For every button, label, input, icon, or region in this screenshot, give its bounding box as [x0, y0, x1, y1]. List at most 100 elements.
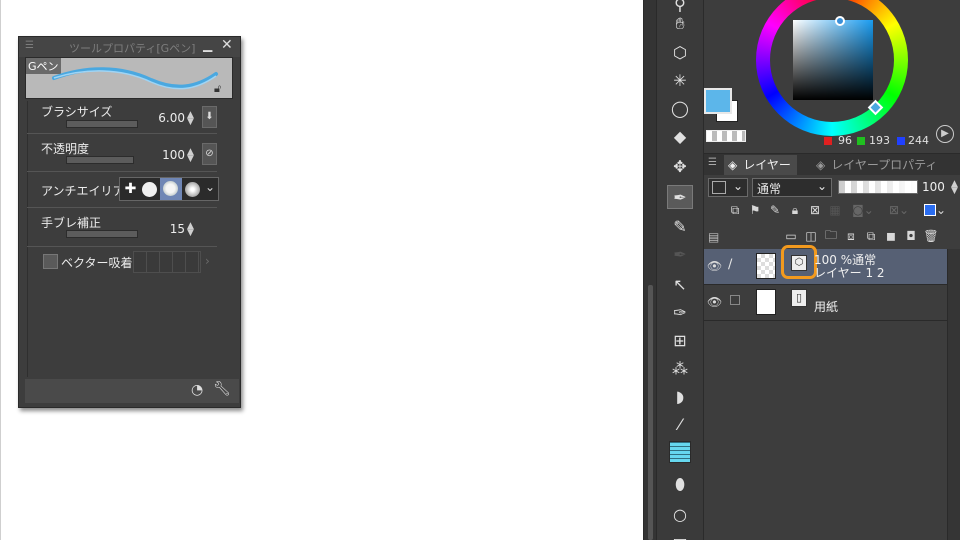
opacity-slider[interactable] — [66, 156, 134, 164]
vector-snap-checkbox[interactable] — [43, 254, 58, 269]
text-tool-icon[interactable] — [667, 440, 693, 464]
lock-icon[interactable]: 🔒︎ — [786, 201, 804, 219]
tool-property-titlebar[interactable]: ☰ ツールプロパティ[Gペン] ▁ ✕ — [19, 37, 240, 57]
opacity-value[interactable]: 100 — [151, 148, 185, 162]
layer-color-icon[interactable]: ⌄ — [918, 201, 952, 219]
green-value[interactable]: 193 — [869, 134, 890, 147]
blend-mode-select[interactable]: 通常 ⌄ — [752, 178, 832, 197]
pen-pressure-icon[interactable]: ⊘ — [202, 143, 217, 165]
hand-icon[interactable]: ✋︎ — [667, 12, 693, 36]
layer-color-combo[interactable]: ⌄ — [708, 178, 748, 197]
tool-palette-scrollbar[interactable] — [648, 285, 653, 540]
layer-opacity-spinner[interactable]: ▲ ▼ — [951, 180, 958, 196]
reference-icon[interactable]: ⚑ — [746, 201, 764, 219]
tab-layer[interactable]: ◈ レイヤー — [724, 155, 797, 175]
vector-layer-icon: ⬡ — [791, 255, 807, 271]
eye-icon[interactable]: 👁︎ — [707, 295, 722, 309]
wrench-icon[interactable]: 🔧︎ — [213, 381, 231, 397]
transparent-color-swatch[interactable] — [706, 130, 746, 142]
layer-scrollbar[interactable] — [947, 249, 960, 540]
clip-icon[interactable]: ⧉ — [726, 201, 744, 219]
brush-size-value[interactable]: 6.00 — [151, 111, 185, 125]
layer-opacity-slider[interactable] — [838, 180, 918, 194]
close-icon[interactable]: ✕ — [221, 37, 233, 53]
lock-icon[interactable]: 🔓︎ — [214, 82, 221, 96]
chevron-down-icon: ⌄ — [733, 179, 744, 193]
chevron-down-icon: ⌄ — [817, 179, 828, 193]
layer-row[interactable]: 👁︎ ▯ 用紙 — [704, 285, 947, 321]
tool-property-panel: ☰ ツールプロパティ[Gペン] ▁ ✕ Gペン 🔓︎ ブラシサイズ 6.00 ▲… — [18, 36, 241, 408]
blend-mode-value: 通常 — [757, 182, 782, 196]
lock-pixel-icon[interactable]: ▦ — [826, 201, 844, 219]
stabilization-value[interactable]: 15 — [151, 222, 185, 236]
spray-icon[interactable]: ⁂ — [667, 356, 693, 380]
chevron-down-icon[interactable]: ⌄ — [205, 180, 215, 194]
saturation-value-square[interactable] — [793, 16, 873, 100]
antialias-medium-icon[interactable] — [160, 178, 182, 200]
pencil-icon[interactable]: ✎ — [667, 214, 693, 238]
chevron-right-icon[interactable]: › — [205, 254, 210, 268]
antialias-strong-icon[interactable] — [185, 182, 200, 197]
tab-layer-property[interactable]: ◈ レイヤープロパティ — [812, 155, 943, 175]
antialias-weak-icon[interactable] — [142, 182, 157, 197]
ellipse-icon[interactable]: ○ — [667, 502, 693, 526]
merge-icon[interactable]: ⧉ — [862, 227, 880, 245]
magic-wand-icon[interactable]: ✳ — [667, 68, 693, 92]
select-arrow-icon[interactable]: ↖ — [667, 272, 693, 296]
brush-icon[interactable]: ✒︎ — [667, 242, 693, 266]
mask-create-icon[interactable]: ◼ — [882, 227, 900, 245]
main-color-swatch[interactable] — [704, 88, 732, 114]
layer-list-icon[interactable]: ▤ — [708, 230, 719, 244]
layer-name: 用紙 — [814, 300, 839, 314]
apply-mask-icon[interactable]: ◘ — [902, 227, 920, 245]
brush-preview: Gペン 🔓︎ — [25, 57, 233, 99]
edit-pen-icon[interactable]: ∕ — [728, 257, 732, 272]
new-vector-layer-icon[interactable]: ◫ — [802, 227, 820, 245]
stabilization-spinner[interactable]: ▲ ▼ — [187, 222, 194, 238]
antialias-selector[interactable]: ✚ ⌄ — [119, 177, 219, 201]
delete-icon[interactable]: 🗑︎ — [922, 227, 940, 245]
layer-toolbar-1: ⧉ ⚑ ✎ 🔒︎ ⊠ ▦ ◙⌄ ⊠⌄ ⌄ — [726, 201, 952, 219]
new-folder-icon[interactable]: 🗀︎ — [822, 227, 840, 245]
move-icon[interactable]: ✥ — [667, 154, 693, 178]
layer-list-empty-area — [704, 321, 947, 540]
menu-icon[interactable]: ☰ — [708, 157, 717, 168]
new-raster-layer-icon[interactable]: ▭ — [782, 227, 800, 245]
fill-icon[interactable]: ◆ — [667, 124, 693, 148]
play-icon[interactable]: ▶ — [936, 125, 954, 143]
red-value[interactable]: 96 — [838, 134, 852, 147]
ruler-icon[interactable]: ⊠⌄ — [882, 201, 916, 219]
opacity-label: 不透明度 — [41, 142, 90, 156]
draft-icon[interactable]: ✎ — [766, 201, 784, 219]
layer-thumbnail — [756, 253, 776, 279]
eraser-icon[interactable]: ⬮ — [667, 473, 693, 497]
eyedropper-icon[interactable]: ⁄ — [667, 412, 693, 436]
lasso-icon[interactable]: ◯ — [667, 96, 693, 120]
ruler-grid-icon[interactable]: ⊞ — [667, 328, 693, 352]
brush-size-slider[interactable] — [66, 120, 138, 128]
edit-target-icon[interactable] — [730, 295, 740, 305]
blue-value[interactable]: 244 — [908, 134, 929, 147]
reset-icon[interactable]: ◔ — [191, 382, 203, 398]
vector-pen-icon[interactable]: ✑ — [667, 300, 693, 324]
stabilization-slider[interactable] — [66, 230, 138, 238]
vector-snap-options[interactable] — [133, 251, 201, 273]
bucket-icon[interactable]: ◗ — [667, 384, 693, 408]
eye-icon[interactable]: 👁︎ — [707, 259, 722, 273]
menu-icon[interactable]: ☰ — [25, 40, 34, 51]
right-panel: ▶ 96 193 244 ☰ ◈ レイヤー ◈ レイヤープロパティ ⌄ 通常 ⌄ — [703, 0, 960, 540]
layer-row[interactable]: 👁︎ ∕ ⬡ 100 %通常 レイヤー 1 2 — [704, 245, 947, 285]
mask-icon[interactable]: ◙⌄ — [846, 201, 880, 219]
layer-property-icon: ◈ — [816, 158, 826, 172]
pen-icon[interactable]: ✒︎ — [667, 185, 693, 209]
download-icon[interactable]: ⬇ — [202, 106, 217, 128]
layer-opacity-value[interactable]: 100 — [922, 180, 945, 194]
rectangle-icon[interactable]: ▭ — [667, 528, 693, 540]
minimize-icon[interactable]: ▁ — [203, 38, 212, 52]
antialias-none-icon[interactable]: ✚ — [122, 181, 139, 198]
object-select-icon[interactable]: ⬡ — [667, 40, 693, 64]
transfer-down-icon[interactable]: ⧈ — [842, 227, 860, 245]
brush-size-spinner[interactable]: ▲ ▼ — [187, 111, 194, 127]
lock-transparent-icon[interactable]: ⊠ — [806, 201, 824, 219]
opacity-spinner[interactable]: ▲ ▼ — [187, 148, 194, 164]
